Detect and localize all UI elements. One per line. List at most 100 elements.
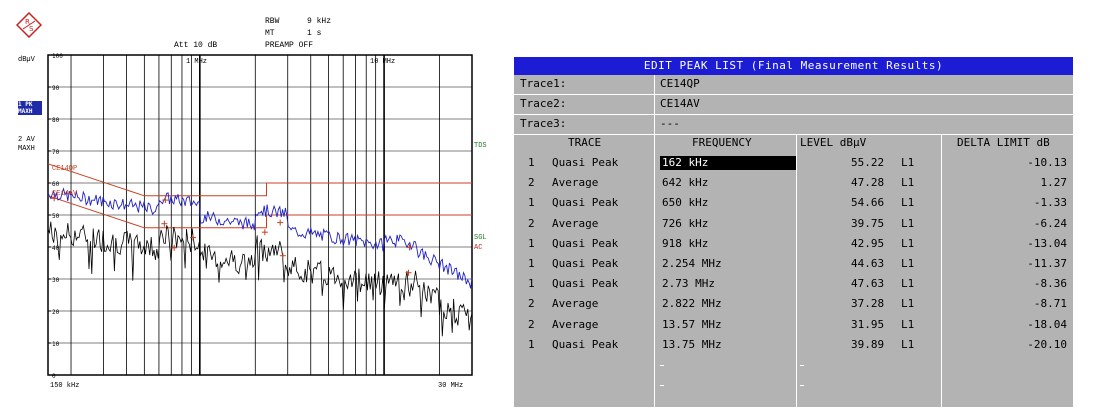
y-tick-label: 60 — [52, 181, 60, 188]
empty-slot-dash — [660, 365, 664, 366]
row-delta-limit: 1.27 — [1040, 176, 1068, 190]
row-detector-type: Quasi Peak — [552, 337, 619, 351]
y-tick-label: 0 — [52, 373, 56, 380]
row-frequency[interactable]: 162 kHz — [660, 156, 796, 170]
row-delta-limit: -18.04 — [1027, 317, 1067, 331]
trace1-label: Trace1: — [520, 77, 567, 90]
divider — [514, 114, 1073, 115]
column-header-delta: DELTA LIMIT dB — [957, 136, 1050, 149]
row-trace-number: 2 — [528, 216, 535, 230]
row-detector-type: Average — [552, 176, 599, 190]
empty-slot-dash — [800, 385, 804, 386]
row-frequency[interactable]: 13.57 MHz — [660, 318, 796, 332]
mt-value: 1 s — [307, 29, 322, 38]
right-tdf-label: TDS — [474, 142, 487, 150]
column-header-trace: TRACE — [568, 136, 602, 149]
row-detector-type: Quasi Peak — [552, 257, 619, 270]
row-line: L1 — [901, 236, 915, 250]
peak-list-panel: EDIT PEAK LIST (Final Measurement Result… — [514, 57, 1073, 407]
empty-slot-dash — [800, 365, 804, 366]
row-frequency[interactable]: 2.254 MHz — [660, 257, 796, 271]
trace3-value[interactable]: --- — [660, 117, 680, 131]
row-frequency[interactable]: 2.822 MHz — [660, 297, 796, 311]
y-tick-label: 50 — [52, 213, 60, 220]
row-detector-type: Average — [552, 317, 599, 331]
trace1-box-sub: MAXH — [18, 108, 33, 115]
row-line: L1 — [901, 277, 915, 291]
unit-label: dBµV — [18, 56, 35, 64]
row-trace-number: 1 — [528, 156, 535, 169]
row-line: L1 — [901, 196, 915, 210]
row-delta-limit: -6.24 — [1033, 216, 1067, 230]
right-sgl-label: SGL — [474, 234, 487, 242]
row-level: 37.28 — [851, 297, 885, 311]
y-tick-label: 90 — [52, 85, 60, 92]
y-tick-label: 80 — [52, 117, 60, 124]
y-tick-label: 30 — [52, 277, 60, 284]
rbw-label: RBW — [265, 17, 280, 26]
x-mark-1mhz: 1 MHz — [186, 58, 208, 66]
row-line: L1 — [901, 297, 915, 311]
trace2-indicator[interactable]: 2 AV — [18, 136, 35, 144]
row-trace-number: 1 — [528, 257, 535, 270]
trace2-value[interactable]: CE14AV — [660, 97, 700, 111]
trace1-box-label: 1 PK — [18, 101, 33, 108]
rbw-value: 9 kHz — [307, 17, 332, 26]
column-divider — [654, 75, 655, 407]
row-detector-type: Quasi Peak — [552, 277, 619, 291]
row-frequency[interactable]: 642 kHz — [660, 176, 796, 190]
column-header-level: LEVEL dBµV — [800, 136, 867, 149]
row-level: 42.95 — [851, 236, 885, 250]
trace1-value[interactable]: CE14QP — [660, 77, 700, 91]
row-delta-limit: -20.10 — [1027, 337, 1067, 351]
row-delta-limit: -13.04 — [1027, 236, 1067, 250]
rohde-schwarz-logo-icon: R S — [16, 12, 42, 38]
x-end-label: 30 MHz — [438, 382, 464, 390]
row-frequency[interactable]: 13.75 MHz — [660, 338, 796, 352]
row-level: 39.75 — [851, 216, 885, 230]
row-frequency[interactable]: 650 kHz — [660, 196, 796, 210]
row-level: 31.95 — [851, 317, 885, 331]
row-level: 44.63 — [851, 257, 885, 270]
right-ac-label: AC — [474, 244, 483, 252]
y-tick-label: 100 — [52, 53, 63, 60]
y-tick-label: 70 — [52, 149, 60, 156]
limit-qp-label: CE14QP — [52, 165, 78, 173]
row-trace-number: 2 — [528, 297, 535, 311]
peak-list-title: EDIT PEAK LIST (Final Measurement Result… — [514, 57, 1073, 75]
row-frequency[interactable]: 918 kHz — [660, 237, 796, 251]
y-tick-label: 10 — [52, 341, 60, 348]
row-line: L1 — [901, 216, 915, 230]
row-frequency[interactable]: 726 kHz — [660, 217, 796, 231]
row-trace-number: 1 — [528, 196, 535, 210]
row-delta-limit: -8.36 — [1033, 277, 1067, 291]
row-level: 39.89 — [851, 337, 885, 351]
row-level: 55.22 — [851, 156, 885, 169]
divider — [514, 134, 1073, 135]
row-level: 54.66 — [851, 196, 885, 210]
row-delta-limit: -1.33 — [1033, 196, 1067, 210]
divider — [514, 94, 1073, 95]
row-delta-limit: -10.13 — [1027, 156, 1067, 169]
limit-av-label: CE14AV — [52, 190, 78, 198]
row-delta-limit: -11.37 — [1027, 257, 1067, 270]
row-line: L1 — [901, 257, 915, 270]
trace2-sub: MAXH — [18, 145, 35, 153]
mt-label: MT — [265, 29, 275, 38]
spectrum-plot[interactable]: 100 90 80 70 60 50 40 30 20 10 0 dBµV 1 PK MAXH 2 … — [0, 48, 505, 419]
row-line: L1 — [901, 337, 915, 351]
row-line: L1 — [901, 156, 915, 169]
row-line: L1 — [901, 176, 915, 190]
row-delta-limit: -8.71 — [1033, 297, 1067, 311]
row-frequency[interactable]: 2.73 MHz — [660, 277, 796, 291]
y-tick-label: 20 — [52, 309, 60, 316]
spectrum-chart: 1009080706050403020100 — [47, 53, 473, 380]
row-trace-number: 1 — [528, 277, 535, 291]
row-detector-type: Quasi Peak — [552, 196, 619, 210]
x-mark-10mhz: 10 MHz — [370, 58, 396, 66]
column-divider — [941, 134, 942, 407]
empty-slot-dash — [660, 385, 664, 386]
row-trace-number: 1 — [528, 236, 535, 250]
trace1-indicator[interactable]: 1 PK MAXH — [18, 101, 42, 115]
row-trace-number: 2 — [528, 317, 535, 331]
